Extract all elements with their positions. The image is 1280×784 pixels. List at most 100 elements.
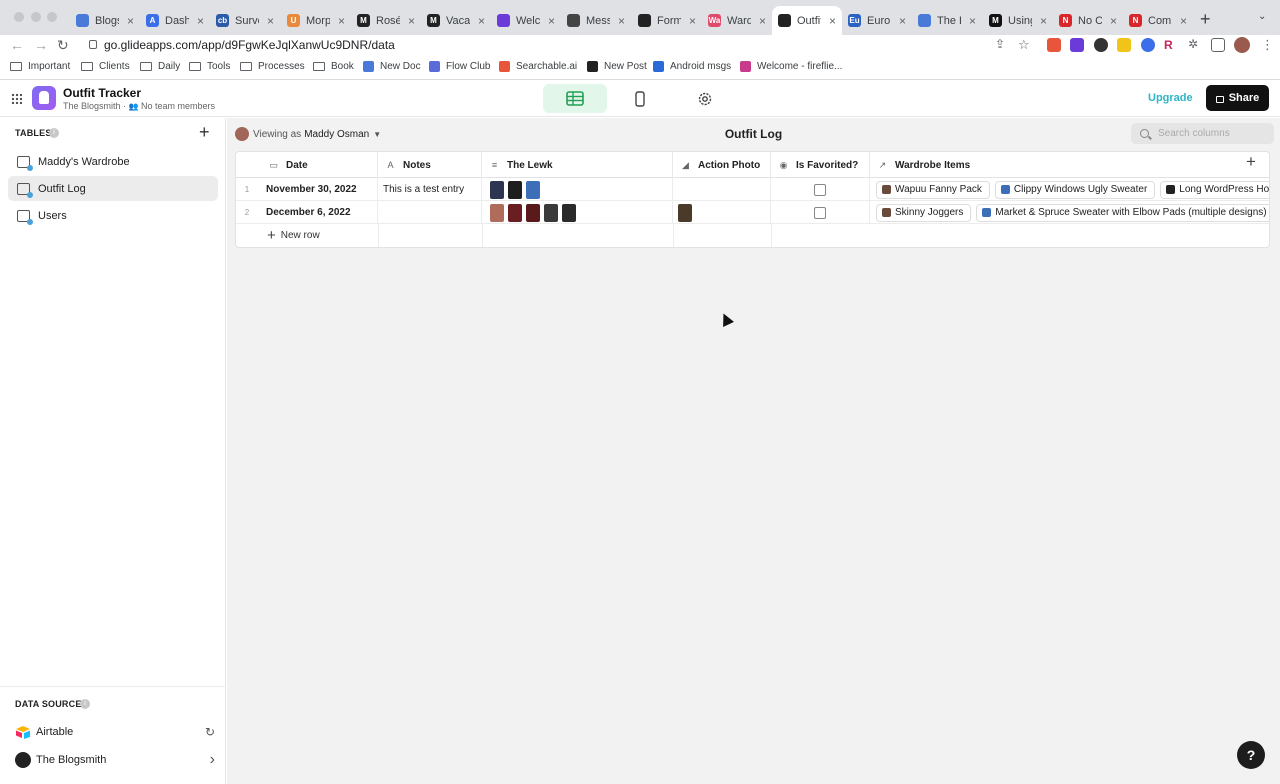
extension-icon[interactable] [1070,38,1084,52]
browser-tab[interactable]: Form × [632,6,702,35]
browser-tab[interactable]: A Dashb × [140,6,210,35]
column-header[interactable]: ◉ Is Favorited? [771,152,870,178]
back-arrow-icon[interactable]: ← [10,37,24,53]
window-minimize-button[interactable] [31,12,41,22]
search-columns[interactable] [1131,123,1274,144]
browser-tab[interactable]: Outfit × [772,6,842,35]
side-panel-icon[interactable] [1211,38,1225,52]
lewk-cell[interactable] [482,201,673,224]
close-tab-icon[interactable]: × [1040,14,1047,28]
add-column-button[interactable]: + [1246,152,1256,172]
browser-tab[interactable]: U Morph × [281,6,351,35]
table-row[interactable]: 1 November 30, 2022 This is a test entry Wa… [236,178,1269,201]
sidebar-table-item[interactable]: Outfit Log [8,176,218,201]
bookmark-item[interactable]: Welcome - fireflie... [740,61,842,72]
extension-icon[interactable] [1047,38,1061,52]
close-tab-icon[interactable]: × [1180,14,1187,28]
help-button[interactable]: ? [1237,741,1265,769]
bookmark-item[interactable]: New Doc [363,61,421,72]
add-table-button[interactable]: + [199,122,210,143]
browser-tab[interactable]: Welco × [491,6,561,35]
browser-tab[interactable]: M Rosé × [351,6,421,35]
refresh-icon[interactable]: ↻ [205,725,215,739]
info-icon[interactable]: i [49,128,59,138]
share-page-icon[interactable]: ⇪ [995,37,1005,51]
extension-icon[interactable]: R [1164,38,1178,52]
action-photo-cell[interactable] [673,178,771,201]
bookmark-item[interactable]: Important [10,61,70,72]
table-row[interactable]: 2 December 6, 2022 Skinny Joggers Market & … [236,201,1269,224]
sidebar-table-item[interactable]: Users [8,203,218,228]
extension-icon[interactable] [1141,38,1155,52]
close-tab-icon[interactable]: × [127,14,134,28]
close-tab-icon[interactable]: × [267,14,274,28]
browser-tab[interactable]: N Comm × [1123,6,1193,35]
column-header[interactable]: ▭ Date [258,152,378,178]
browser-menu-icon[interactable]: ⋮ [1261,37,1274,53]
close-tab-icon[interactable]: × [759,14,766,28]
sidebar-table-item[interactable]: Maddy's Wardrobe [8,149,218,174]
close-tab-icon[interactable]: × [1110,14,1117,28]
close-tab-icon[interactable]: × [338,14,345,28]
new-row[interactable]: + New row [236,224,1269,247]
date-cell[interactable]: November 30, 2022 [258,178,378,201]
wardrobe-item-chip[interactable]: Clippy Windows Ugly Sweater [994,180,1156,199]
window-zoom-button[interactable] [47,12,57,22]
profile-avatar[interactable] [1234,37,1250,53]
browser-tab[interactable]: Wa Wardr × [702,6,772,35]
search-input[interactable] [1158,128,1268,139]
favorited-cell[interactable] [771,201,870,224]
bookmark-item[interactable]: Tools [189,61,230,72]
lewk-cell[interactable] [482,178,673,201]
extension-icon[interactable] [1094,38,1108,52]
bookmark-item[interactable]: Daily [140,61,180,72]
browser-tab[interactable]: Eu Euro × [842,6,912,35]
settings-tab[interactable] [673,84,737,113]
column-header[interactable]: A Notes [378,152,482,178]
chevron-right-icon[interactable]: › [210,751,215,769]
column-header[interactable]: ↗ Wardrobe Items [870,152,1269,178]
wardrobe-item-chip[interactable]: Long WordPress Hoodie [1160,180,1269,199]
bookmark-item[interactable]: Flow Club [429,61,490,72]
wardrobe-item-chip[interactable]: Skinny Joggers [876,203,972,222]
date-cell[interactable]: December 6, 2022 [258,201,378,224]
bookmark-item[interactable]: New Post [587,61,647,72]
browser-tab[interactable]: cb Surve × [210,6,280,35]
new-tab-button[interactable]: + [1200,9,1211,30]
address-bar[interactable]: go.glideapps.com/app/d9FgwKeJqlXanwUc9DN… [104,38,395,52]
close-tab-icon[interactable]: × [689,14,696,28]
bookmark-item[interactable]: Android msgs [653,61,731,72]
close-tab-icon[interactable]: × [618,14,625,28]
close-tab-icon[interactable]: × [829,14,836,28]
new-row-button[interactable]: + New row [267,224,320,247]
tab-search-chevron-icon[interactable]: ⌄ [1258,11,1266,22]
wardrobe-items-cell[interactable]: Skinny Joggers Market & Spruce Sweater wi… [870,201,1269,224]
browser-tab[interactable]: M Using × [983,6,1053,35]
column-header[interactable]: ◢ Action Photo [673,152,771,178]
app-switcher-icon[interactable] [11,93,22,104]
layout-editor-tab[interactable] [608,84,672,113]
window-close-button[interactable] [14,12,24,22]
close-tab-icon[interactable]: × [197,14,204,28]
close-tab-icon[interactable]: × [969,14,976,28]
browser-tab[interactable]: The B × [912,6,982,35]
wardrobe-item-chip[interactable]: Market & Spruce Sweater with Elbow Pads … [976,203,1269,222]
bookmark-item[interactable]: Processes [240,61,305,72]
reload-icon[interactable]: ↻ [57,37,69,54]
notes-cell[interactable] [378,201,482,224]
extension-icon[interactable] [1117,38,1131,52]
extensions-puzzle-icon[interactable]: ✲ [1188,37,1198,51]
bookmark-item[interactable]: Book [313,61,354,72]
favorited-checkbox[interactable] [814,183,826,196]
browser-tab[interactable]: M Vacay × [421,6,491,35]
data-editor-tab[interactable] [543,84,607,113]
browser-tab[interactable]: Blogs × [70,6,140,35]
column-header[interactable]: ≡ The Lewk [482,152,673,178]
action-photo-cell[interactable] [673,201,771,224]
share-button[interactable]: Share [1206,85,1269,111]
wardrobe-item-chip[interactable]: Wapuu Fanny Pack [876,180,990,199]
favorited-cell[interactable] [771,178,870,201]
favorited-checkbox[interactable] [814,206,826,219]
bookmark-item[interactable]: Clients [81,61,130,72]
viewing-as-selector[interactable]: Viewing as Maddy Osman ▼ [235,127,381,141]
